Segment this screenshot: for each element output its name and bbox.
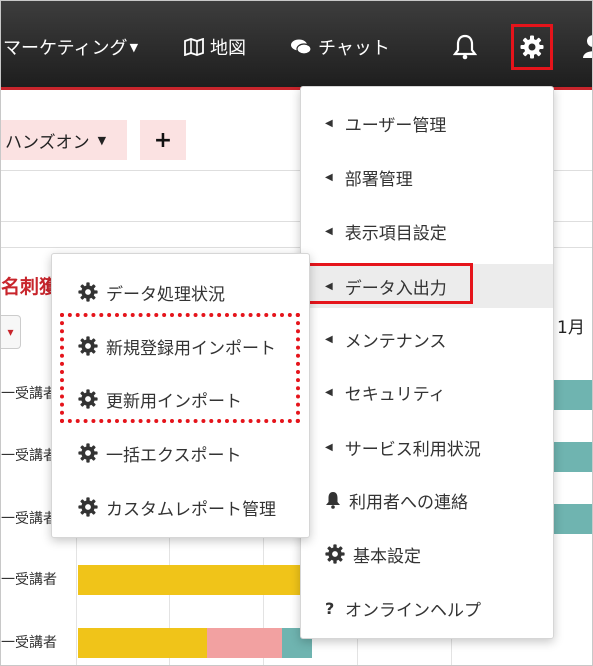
row-label: 一受講者 xyxy=(1,572,57,588)
menu-item-label: メンテナンス xyxy=(344,331,447,352)
nav-map-label: 地図 xyxy=(210,38,246,59)
menu-item-custom-report[interactable]: カスタムレポート管理 xyxy=(52,487,309,527)
row-label: 一受講者 xyxy=(1,635,57,651)
menu-item-label: 利用者への連絡 xyxy=(349,492,468,513)
project-tab-label: ハンズオン xyxy=(5,132,90,153)
data-io-submenu: データ処理状況 新規登録用インポート 更新用インポート 一括エクスポート カスタ… xyxy=(51,253,310,538)
add-tab-button[interactable]: + xyxy=(140,120,186,160)
project-tab-dropdown[interactable]: ハンズオン ▼ xyxy=(1,120,127,160)
menu-item-label: 基本設定 xyxy=(353,546,421,567)
menu-item-label: データ処理状況 xyxy=(106,284,225,305)
top-navbar: マーケティング ▼ 地図 チャット xyxy=(1,1,592,90)
chart-bar xyxy=(554,380,592,410)
menu-item-label: 一括エクスポート xyxy=(106,445,242,466)
nav-chat[interactable]: チャット xyxy=(290,34,390,60)
menu-item-bulk-export[interactable]: 一括エクスポート xyxy=(52,433,309,473)
gear-icon xyxy=(78,336,98,356)
caret-left-icon: ◀ xyxy=(325,386,333,398)
chart-bar xyxy=(78,565,308,595)
bell-icon xyxy=(325,491,341,509)
chat-icon xyxy=(291,39,312,55)
month-label: 1月 xyxy=(557,318,585,338)
gear-icon xyxy=(78,389,98,409)
settings-gear-button[interactable] xyxy=(511,24,553,70)
menu-item-data-io[interactable]: ◀ データ入出力 xyxy=(301,264,553,308)
menu-item-service-usage[interactable]: ◀ サービス利用状況 xyxy=(301,427,553,467)
menu-item-update-import[interactable]: 更新用インポート xyxy=(52,379,309,419)
gear-icon xyxy=(78,282,98,302)
menu-item-maintenance[interactable]: ◀ メンテナンス xyxy=(301,319,553,359)
chevron-down-icon: ▼ xyxy=(97,133,107,147)
gear-icon xyxy=(520,35,544,59)
menu-item-label: セキュリティ xyxy=(344,384,446,405)
notification-bell-button[interactable] xyxy=(452,34,478,64)
menu-item-label: 新規登録用インポート xyxy=(106,338,276,359)
menu-item-data-processing-status[interactable]: データ処理状況 xyxy=(52,272,309,312)
menu-item-label: 表示項目設定 xyxy=(344,223,447,244)
chevron-down-icon: ▼ xyxy=(129,40,139,54)
menu-item-label: サービス利用状況 xyxy=(344,439,481,460)
menu-item-label: 更新用インポート xyxy=(106,391,242,412)
settings-dropdown-menu: ◀ ユーザー管理 ◀ 部署管理 ◀ 表示項目設定 ◀ データ入出力 ◀ メンテナ… xyxy=(300,86,554,639)
menu-item-label: オンラインヘルプ xyxy=(345,600,481,621)
menu-item-user-notice[interactable]: 利用者への連絡 xyxy=(301,480,553,520)
menu-item-label: カスタムレポート管理 xyxy=(106,499,276,520)
app-frame: マーケティング ▼ 地図 チャット ハンズオン ▼ + 名刺獲 ▾ 1月 一受講… xyxy=(0,0,593,666)
menu-item-security[interactable]: ◀ セキュリティ xyxy=(301,372,553,412)
user-icon xyxy=(583,35,592,58)
caret-left-icon: ◀ xyxy=(325,280,333,292)
chart-bar xyxy=(554,504,592,534)
chart-bar xyxy=(554,442,592,472)
bell-icon xyxy=(452,34,478,60)
gear-icon xyxy=(325,544,345,564)
question-icon: ? xyxy=(325,598,335,618)
grid-line xyxy=(76,521,77,665)
menu-item-display-settings[interactable]: ◀ 表示項目設定 xyxy=(301,211,553,251)
nav-map[interactable]: 地図 xyxy=(184,34,246,60)
nav-marketing-label: マーケティング xyxy=(3,38,128,59)
gear-icon xyxy=(78,443,98,463)
row-label: 一受講者 xyxy=(1,511,57,527)
row-label: 一受講者 xyxy=(1,386,57,402)
chart-bar xyxy=(78,628,207,658)
user-menu-button[interactable] xyxy=(583,34,592,62)
caret-left-icon: ◀ xyxy=(325,117,333,129)
caret-left-icon: ◀ xyxy=(325,333,333,345)
chart-option-button[interactable]: ▾ xyxy=(1,315,21,349)
menu-item-online-help[interactable]: ? オンラインヘルプ xyxy=(301,588,553,628)
map-icon xyxy=(184,38,204,56)
menu-item-department-management[interactable]: ◀ 部署管理 xyxy=(301,157,553,197)
menu-item-label: ユーザー管理 xyxy=(344,115,447,136)
gear-icon xyxy=(78,497,98,517)
row-label: 一受講者 xyxy=(1,448,57,464)
chart-title: 名刺獲 xyxy=(1,276,59,298)
nav-marketing-dropdown[interactable]: マーケティング ▼ xyxy=(3,34,138,60)
menu-item-user-management[interactable]: ◀ ユーザー管理 xyxy=(301,103,553,143)
nav-chat-label: チャット xyxy=(318,38,390,59)
chart-bar xyxy=(207,628,282,658)
menu-item-label: 部署管理 xyxy=(344,169,413,190)
caret-left-icon: ◀ xyxy=(325,225,333,237)
caret-left-icon: ◀ xyxy=(325,171,333,183)
caret-left-icon: ◀ xyxy=(325,441,333,453)
menu-item-new-import[interactable]: 新規登録用インポート xyxy=(52,326,309,366)
menu-item-basic-settings[interactable]: 基本設定 xyxy=(301,534,553,574)
menu-item-label: データ入出力 xyxy=(344,278,447,299)
